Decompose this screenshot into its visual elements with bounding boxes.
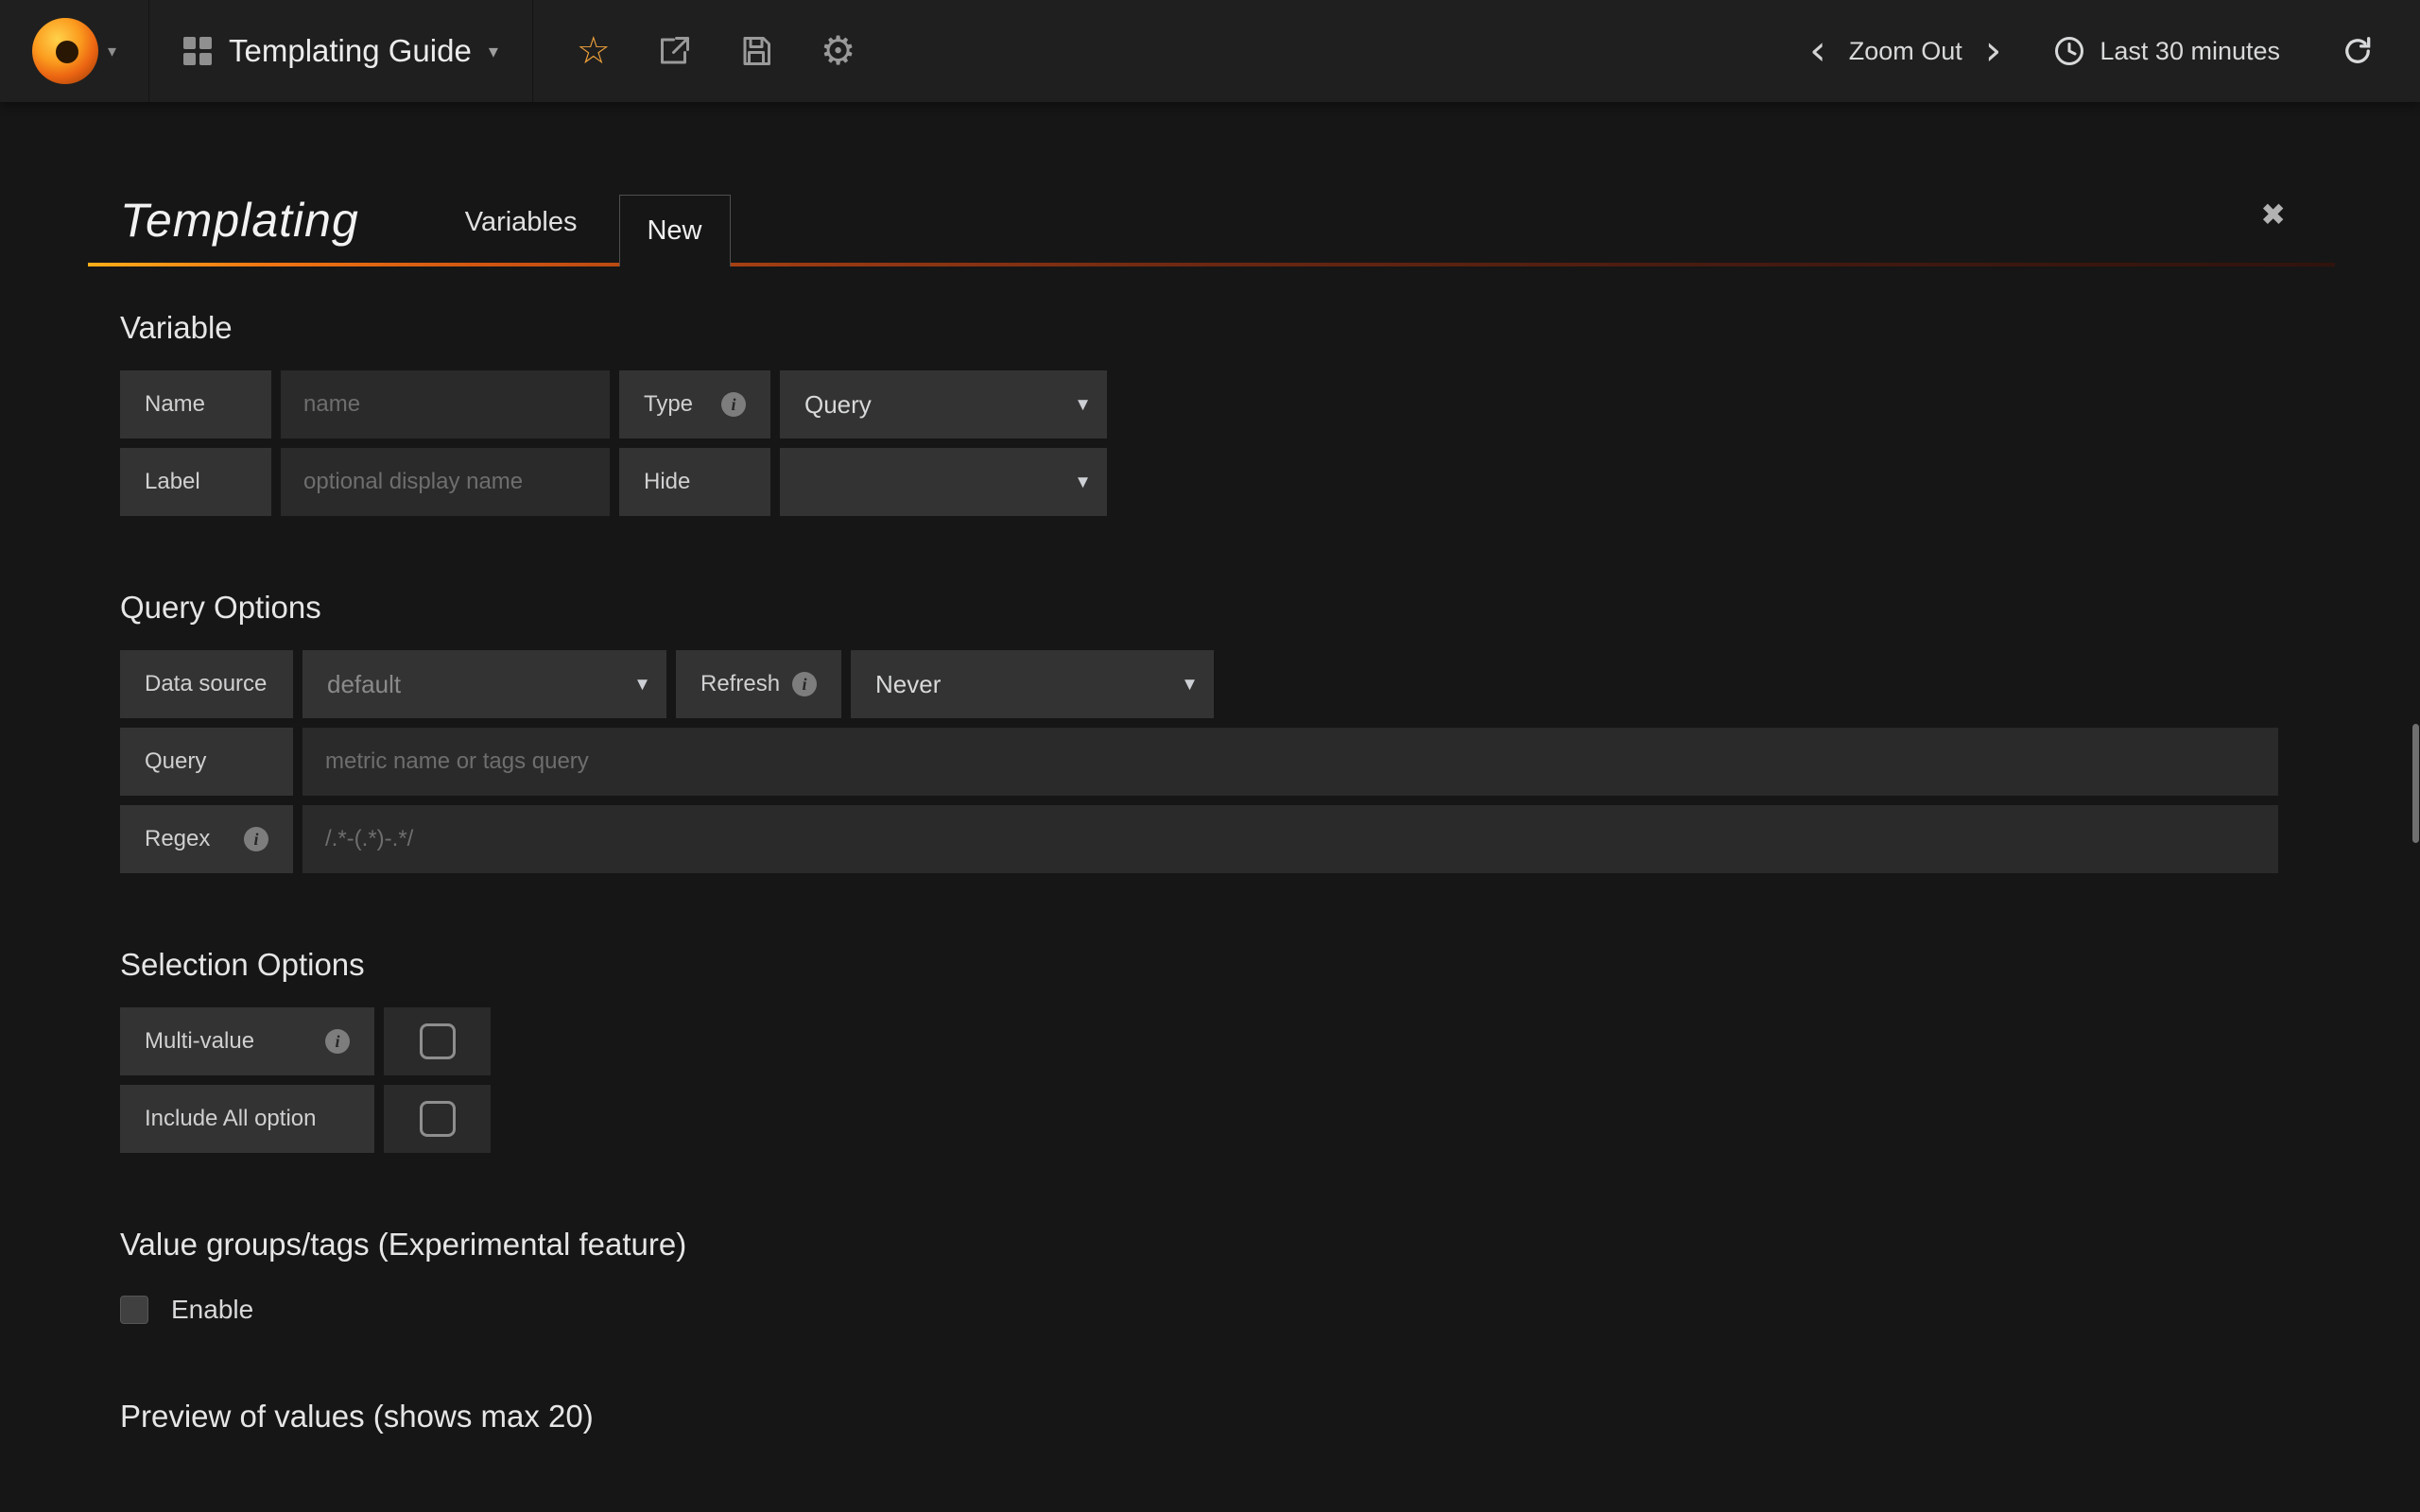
name-label: Name (120, 370, 271, 438)
regex-label-text: Regex (145, 826, 210, 852)
query-options-row-1: Data source default ▾ Refresh i Never ▾ (120, 650, 2278, 718)
regex-label: Regex i (120, 805, 293, 873)
preview-section: Preview of values (shows max 20) (120, 1399, 2278, 1435)
value-groups-section: Value groups/tags (Experimental feature)… (120, 1227, 2278, 1325)
editor-header: Templating Variables New ✖ (120, 161, 2278, 266)
include-all-label: Include All option (120, 1085, 374, 1153)
type-select-value: Query (804, 390, 872, 420)
chevron-down-icon: ▾ (489, 40, 498, 62)
section-heading-query-options: Query Options (120, 590, 2278, 626)
info-icon[interactable]: i (721, 392, 746, 417)
enable-checkbox[interactable] (120, 1296, 148, 1324)
type-select[interactable]: Query ▾ (780, 370, 1107, 438)
chevron-right-icon[interactable]: › (1966, 30, 2021, 72)
scrollbar-thumb[interactable] (2412, 724, 2419, 843)
name-input[interactable] (281, 370, 610, 438)
tab-variables[interactable]: Variables (465, 207, 578, 266)
time-controls: ‹ Zoom Out › Last 30 minutes (1790, 0, 2420, 102)
star-icon[interactable]: ☆ (577, 32, 611, 70)
refresh-label-text: Refresh (700, 671, 780, 697)
refresh-label: Refresh i (676, 650, 841, 718)
info-icon[interactable]: i (792, 672, 817, 696)
include-all-checkbox[interactable] (420, 1101, 456, 1137)
query-options-row-3: Regex i (120, 805, 2278, 873)
enable-row: Enable (120, 1295, 2278, 1325)
section-heading-selection-options: Selection Options (120, 947, 2278, 983)
gear-icon[interactable]: ⚙ (821, 31, 856, 71)
query-options-row-2: Query (120, 728, 2278, 796)
time-range-label: Last 30 minutes (2100, 37, 2280, 66)
dashboard-title-dropdown[interactable]: Templating Guide ▾ (149, 0, 532, 102)
save-icon[interactable] (739, 34, 773, 68)
query-label: Query (120, 728, 293, 796)
section-heading-preview: Preview of values (shows max 20) (120, 1399, 2278, 1435)
dashboard-actions: ☆ ⚙ (533, 0, 900, 102)
enable-label: Enable (171, 1295, 253, 1325)
multi-value-checkbox[interactable] (420, 1023, 456, 1059)
tab-new[interactable]: New (619, 195, 731, 266)
query-input[interactable] (302, 728, 2278, 796)
multi-value-row: Multi-value i (120, 1007, 2278, 1075)
include-all-row: Include All option (120, 1085, 2278, 1153)
dashboard-grid-icon (183, 37, 212, 65)
hide-label: Hide (619, 448, 770, 516)
info-icon[interactable]: i (244, 827, 268, 851)
type-label-text: Type (644, 391, 693, 418)
templating-editor: Templating Variables New ✖ Variable Name… (0, 161, 2420, 1512)
chevron-left-icon[interactable]: ‹ (1790, 30, 1845, 72)
data-source-label: Data source (120, 650, 293, 718)
refresh-icon[interactable] (2312, 34, 2394, 68)
multi-value-label: Multi-value i (120, 1007, 374, 1075)
chevron-down-icon: ▾ (637, 673, 648, 696)
share-icon[interactable] (658, 34, 692, 68)
data-source-select[interactable]: default ▾ (302, 650, 666, 718)
tabs-underline (88, 263, 2335, 266)
label-label: Label (120, 448, 271, 516)
section-heading-variable: Variable (120, 310, 2278, 346)
selection-options-section: Selection Options Multi-value i Include … (120, 947, 2278, 1153)
clock-icon (2052, 34, 2086, 68)
grafana-logo-icon (32, 18, 98, 84)
data-source-select-value: default (327, 670, 401, 699)
dashboard-title: Templating Guide (229, 33, 472, 69)
chevron-down-icon: ▾ (1184, 673, 1195, 696)
grafana-logo-core (56, 41, 78, 63)
query-options-section: Query Options Data source default ▾ Refr… (120, 590, 2278, 873)
grafana-logo-button[interactable]: ▾ (0, 0, 148, 102)
refresh-select[interactable]: Never ▾ (851, 650, 1214, 718)
multi-value-checkbox-cell[interactable] (384, 1007, 491, 1075)
type-label: Type i (619, 370, 770, 438)
time-range-picker[interactable]: Last 30 minutes (2020, 34, 2312, 68)
info-icon[interactable]: i (325, 1029, 350, 1054)
page-title: Templating (120, 193, 359, 248)
multi-value-label-text: Multi-value (145, 1028, 254, 1055)
variable-section: Variable Name Type i Query ▾ Label Hide … (120, 310, 2278, 516)
regex-input[interactable] (302, 805, 2278, 873)
chevron-down-icon: ▾ (1078, 471, 1088, 494)
close-icon[interactable]: ✖ (2260, 197, 2286, 232)
variable-row-1: Name Type i Query ▾ (120, 370, 2278, 438)
label-input[interactable] (281, 448, 610, 516)
section-heading-value-groups: Value groups/tags (Experimental feature) (120, 1227, 2278, 1263)
variable-row-2: Label Hide ▾ (120, 448, 2278, 516)
chevron-down-icon: ▾ (108, 42, 116, 61)
include-all-checkbox-cell[interactable] (384, 1085, 491, 1153)
top-navbar: ▾ Templating Guide ▾ ☆ ⚙ ‹ Zoom Out › La (0, 0, 2420, 102)
chevron-down-icon: ▾ (1078, 393, 1088, 417)
refresh-select-value: Never (875, 670, 941, 699)
hide-select[interactable]: ▾ (780, 448, 1107, 516)
zoom-out-button[interactable]: Zoom Out (1845, 37, 1966, 66)
